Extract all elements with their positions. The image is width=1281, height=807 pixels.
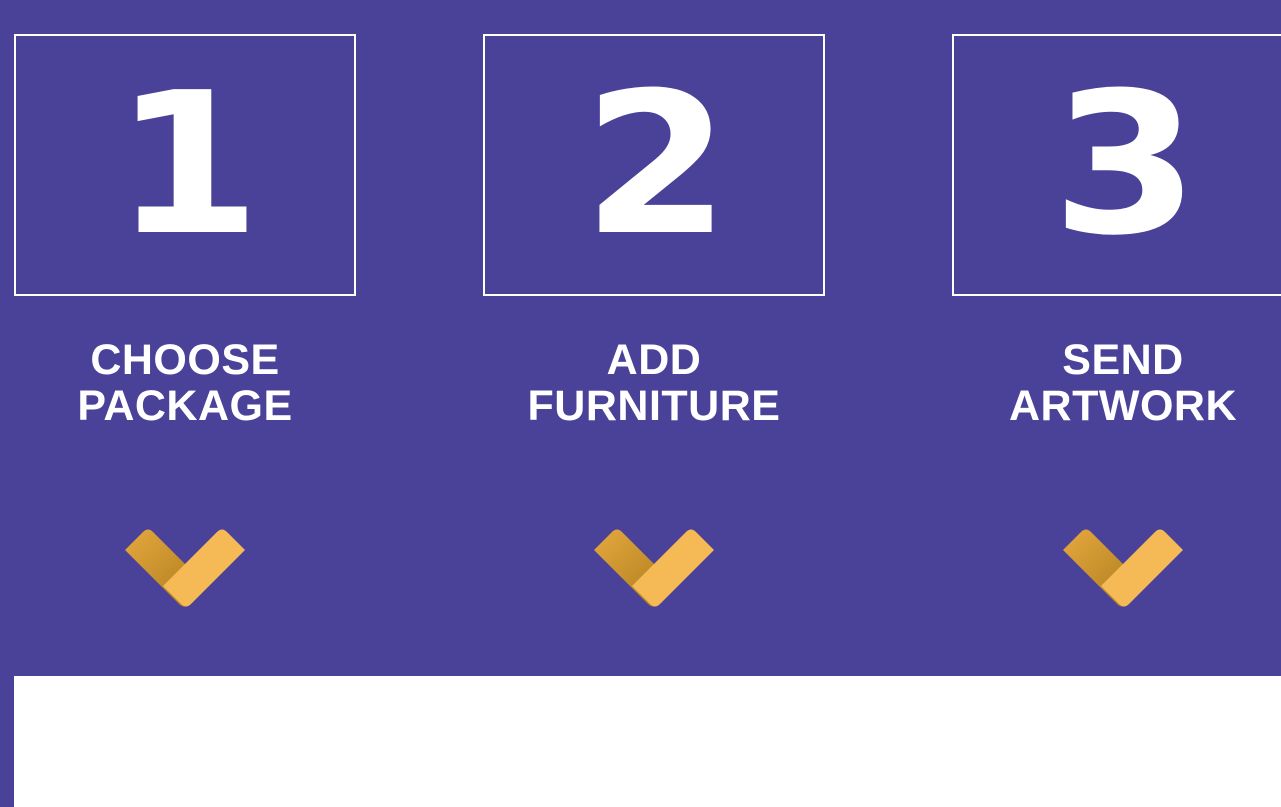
step-2[interactable]: 2 ADD FURNITURE [483, 0, 825, 676]
step-1[interactable]: 1 CHOOSE PACKAGE [14, 0, 356, 676]
step-number: 2 [582, 51, 730, 279]
step-label-line-1: ADD [606, 336, 702, 384]
step-number-box: 2 [483, 34, 825, 296]
step-label: CHOOSE PACKAGE [14, 337, 356, 429]
step-number: 1 [113, 51, 261, 279]
chevron-down-icon[interactable] [588, 527, 720, 617]
step-3[interactable]: 3 SEND ARTWORK [952, 0, 1281, 676]
step-label-line-1: CHOOSE [90, 336, 280, 384]
step-label-line-2: FURNITURE [527, 382, 781, 430]
step-label: ADD FURNITURE [483, 337, 825, 429]
step-label: SEND ARTWORK [952, 337, 1281, 429]
chevron-down-icon[interactable] [119, 527, 251, 617]
steps-section: 1 CHOOSE PACKAGE 2 ADD FURNITURE 3 SEND … [0, 0, 1281, 676]
step-label-line-2: ARTWORK [1008, 382, 1237, 430]
step-number-box: 1 [14, 34, 356, 296]
step-number: 3 [1051, 51, 1199, 279]
chevron-down-icon[interactable] [1057, 527, 1189, 617]
content-panel [14, 676, 1281, 807]
step-label-line-1: SEND [1062, 336, 1184, 384]
step-number-box: 3 [952, 34, 1281, 296]
step-label-line-2: PACKAGE [77, 382, 293, 430]
